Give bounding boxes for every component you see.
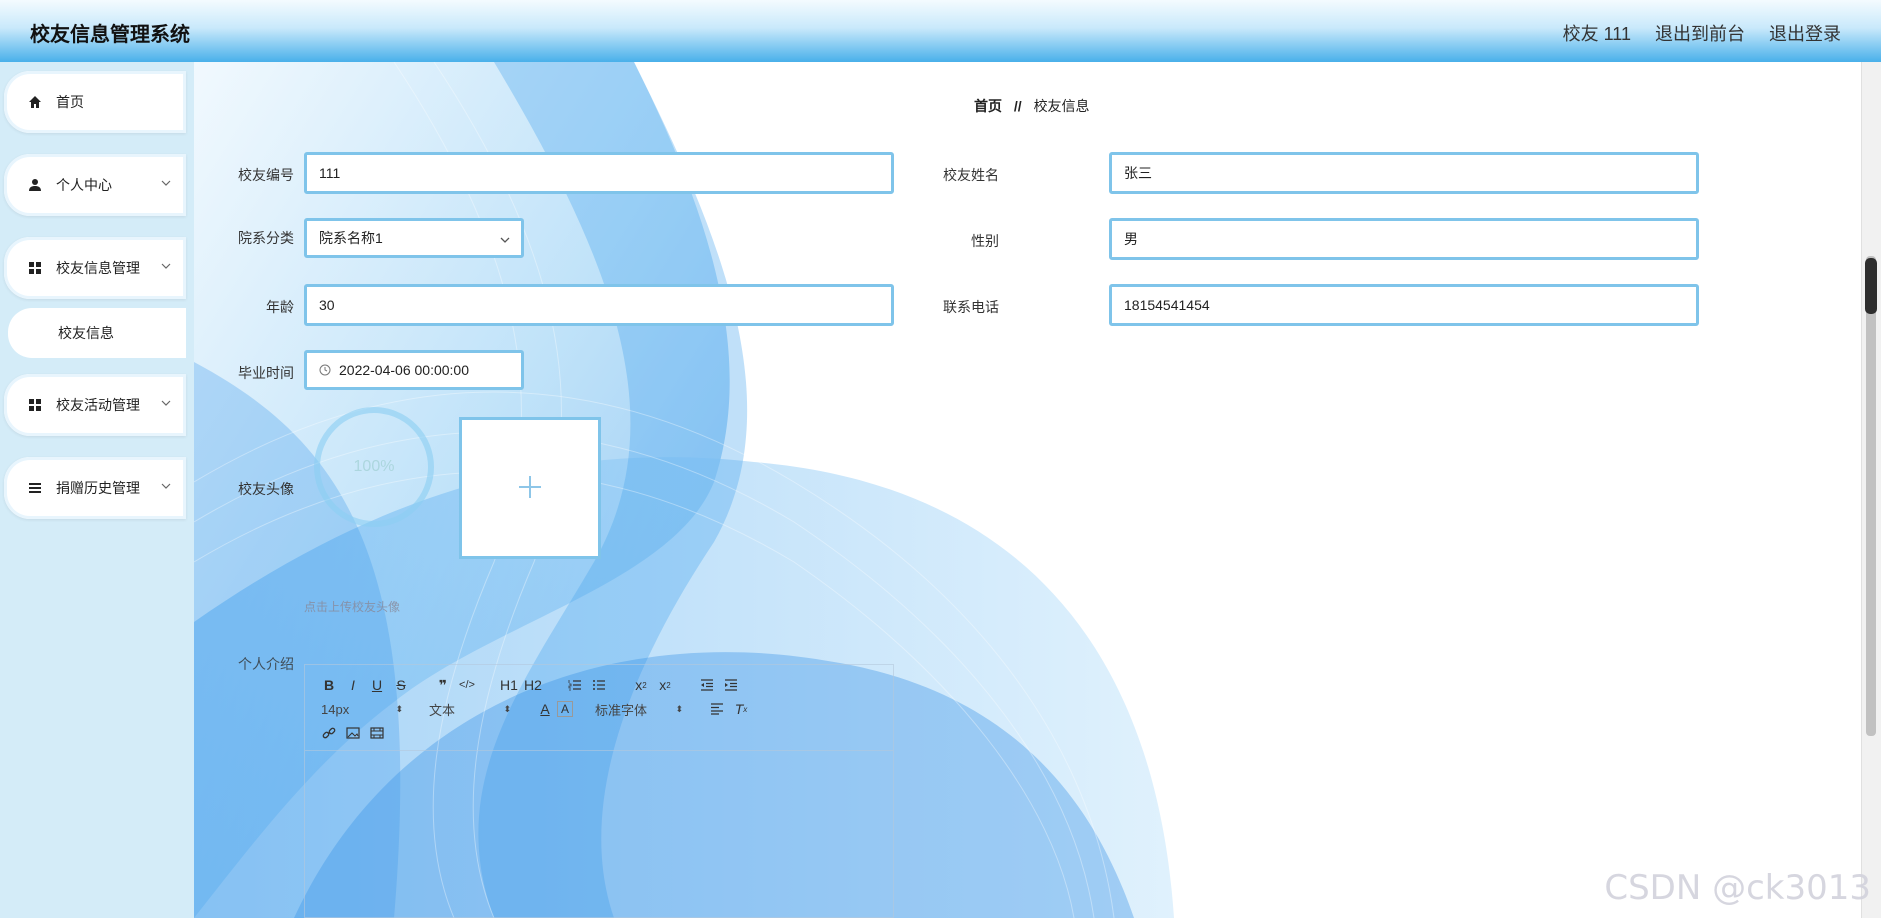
sidebar-item-label: 校友信息 (58, 325, 114, 341)
sidebar-item-label: 校友信息管理 (56, 260, 140, 276)
clock-icon (319, 364, 331, 376)
heading2-icon[interactable]: H2 (521, 674, 545, 696)
grad-time-value: 2022-04-06 00:00:00 (339, 362, 469, 378)
main-content: 首页 // 校友信息 校友编号 校友姓名 院系分类 院系名称1 性别 年龄 联系… (194, 62, 1861, 918)
bold-icon[interactable]: B (317, 674, 341, 696)
underline-icon[interactable]: U (365, 674, 389, 696)
sidebar-item-donation-mgmt[interactable]: 捐赠历史管理 (4, 457, 186, 519)
breadcrumb-home[interactable]: 首页 (974, 98, 1002, 114)
font-size-select[interactable]: 14px ⬍ (317, 702, 407, 717)
phone-field[interactable] (1109, 284, 1699, 326)
alumni-name-label: 校友姓名 (943, 167, 999, 183)
phone-input[interactable] (1124, 297, 1684, 313)
upload-progress-text: 100% (353, 458, 395, 475)
upload-progress-ring: 100% (314, 407, 434, 527)
chevron-down-icon (160, 259, 172, 275)
department-value: 院系名称1 (319, 230, 383, 246)
intro-label: 个人介绍 (238, 656, 294, 672)
sidebar-item-personal[interactable]: 个人中心 (4, 154, 186, 216)
sidebar-item-alumni-info-mgmt[interactable]: 校友信息管理 (4, 237, 186, 299)
age-field[interactable] (304, 284, 894, 326)
heading1-icon[interactable]: H1 (497, 674, 521, 696)
alumni-no-field[interactable] (304, 152, 894, 194)
chevron-down-icon (160, 176, 172, 192)
strike-icon[interactable]: S (389, 674, 413, 696)
scrollbar-thumb[interactable] (1866, 256, 1876, 736)
grad-time-picker[interactable]: 2022-04-06 00:00:00 (304, 350, 524, 390)
header-nav: 校友 111 退出到前台 退出登录 (1563, 20, 1841, 46)
superscript-icon[interactable]: x2 (653, 674, 677, 696)
breadcrumb: 首页 // 校友信息 (974, 96, 1090, 116)
avatar-upload-button[interactable] (459, 417, 601, 559)
subscript-icon[interactable]: x2 (629, 674, 653, 696)
indent-icon[interactable] (719, 674, 743, 696)
avatar-label: 校友头像 (238, 481, 294, 497)
alumni-no-label: 校友编号 (238, 167, 294, 183)
sidebar-item-label: 捐赠历史管理 (56, 480, 140, 496)
font-family-select[interactable]: 标准字体 ⬍ (591, 700, 687, 719)
updown-icon: ⬍ (395, 703, 403, 714)
grad-time-label: 毕业时间 (238, 365, 294, 381)
logout-link[interactable]: 退出登录 (1769, 20, 1841, 46)
editor-toolbar: B I U S ❞ </> H1 H2 x2 x2 14px ⬍ 文本 ⬍ A … (305, 665, 893, 751)
sidebar-item-label: 首页 (56, 94, 84, 110)
italic-icon[interactable]: I (341, 674, 365, 696)
outdent-icon[interactable] (695, 674, 719, 696)
grid-icon (28, 398, 48, 412)
chevron-down-icon (160, 479, 172, 495)
gender-label: 性别 (971, 233, 999, 249)
breadcrumb-separator: // (1013, 98, 1022, 114)
bg-color-icon[interactable]: A (557, 701, 573, 717)
sidebar-item-label: 个人中心 (56, 177, 112, 193)
grid-icon (28, 261, 48, 275)
video-icon[interactable] (365, 722, 389, 744)
chevron-down-icon (499, 233, 511, 249)
breadcrumb-current: 校友信息 (1033, 98, 1090, 114)
text-type-value: 文本 (429, 702, 456, 718)
clear-format-icon[interactable]: Tx (729, 698, 753, 720)
text-type-select[interactable]: 文本 ⬍ (425, 700, 515, 719)
scrollbar-marker (1865, 258, 1877, 314)
top-header: 校友信息管理系统 校友 111 退出到前台 退出登录 (0, 0, 1881, 62)
bullet-list-icon[interactable] (587, 674, 611, 696)
font-family-value: 标准字体 (595, 702, 648, 718)
alumni-no-input[interactable] (319, 165, 879, 181)
sidebar-item-activity-mgmt[interactable]: 校友活动管理 (4, 374, 186, 436)
rich-text-editor: B I U S ❞ </> H1 H2 x2 x2 14px ⬍ 文本 ⬍ A … (304, 664, 894, 918)
image-icon[interactable] (341, 722, 365, 744)
department-select[interactable]: 院系名称1 (304, 218, 524, 258)
age-input[interactable] (319, 297, 879, 313)
phone-label: 联系电话 (943, 299, 999, 315)
list-icon (28, 481, 48, 495)
gender-input[interactable] (1124, 231, 1684, 247)
code-icon[interactable]: </> (455, 674, 479, 696)
vertical-scrollbar[interactable] (1861, 62, 1881, 918)
avatar-upload-hint: 点击上传校友头像 (304, 600, 401, 614)
department-label: 院系分类 (238, 230, 294, 246)
gender-field[interactable] (1109, 218, 1699, 260)
alumni-name-field[interactable] (1109, 152, 1699, 194)
align-icon[interactable] (705, 698, 729, 720)
font-size-value: 14px (321, 701, 350, 717)
link-icon[interactable] (317, 722, 341, 744)
app-title: 校友信息管理系统 (30, 24, 190, 46)
sidebar-item-label: 校友活动管理 (56, 397, 140, 413)
sidebar-item-home[interactable]: 首页 (4, 71, 186, 133)
user-icon (28, 178, 48, 192)
front-link[interactable]: 退出到前台 (1655, 20, 1745, 46)
plus-icon (517, 474, 543, 503)
ordered-list-icon[interactable] (563, 674, 587, 696)
watermark: CSDN @ck3013 (1604, 868, 1871, 908)
home-icon (28, 95, 48, 109)
chevron-down-icon (160, 396, 172, 412)
quote-icon[interactable]: ❞ (431, 674, 455, 696)
updown-icon: ⬍ (503, 703, 511, 714)
font-color-icon[interactable]: A (533, 698, 557, 720)
user-link[interactable]: 校友 111 (1563, 20, 1631, 46)
alumni-name-input[interactable] (1124, 165, 1684, 181)
age-label: 年龄 (266, 299, 294, 315)
sidebar-subitem-alumni-info[interactable]: 校友信息 (8, 308, 186, 358)
updown-icon: ⬍ (675, 703, 683, 714)
sidebar: 首页 个人中心 校友信息管理 校友信息 校友活动管理 捐赠历史管理 (0, 62, 194, 918)
